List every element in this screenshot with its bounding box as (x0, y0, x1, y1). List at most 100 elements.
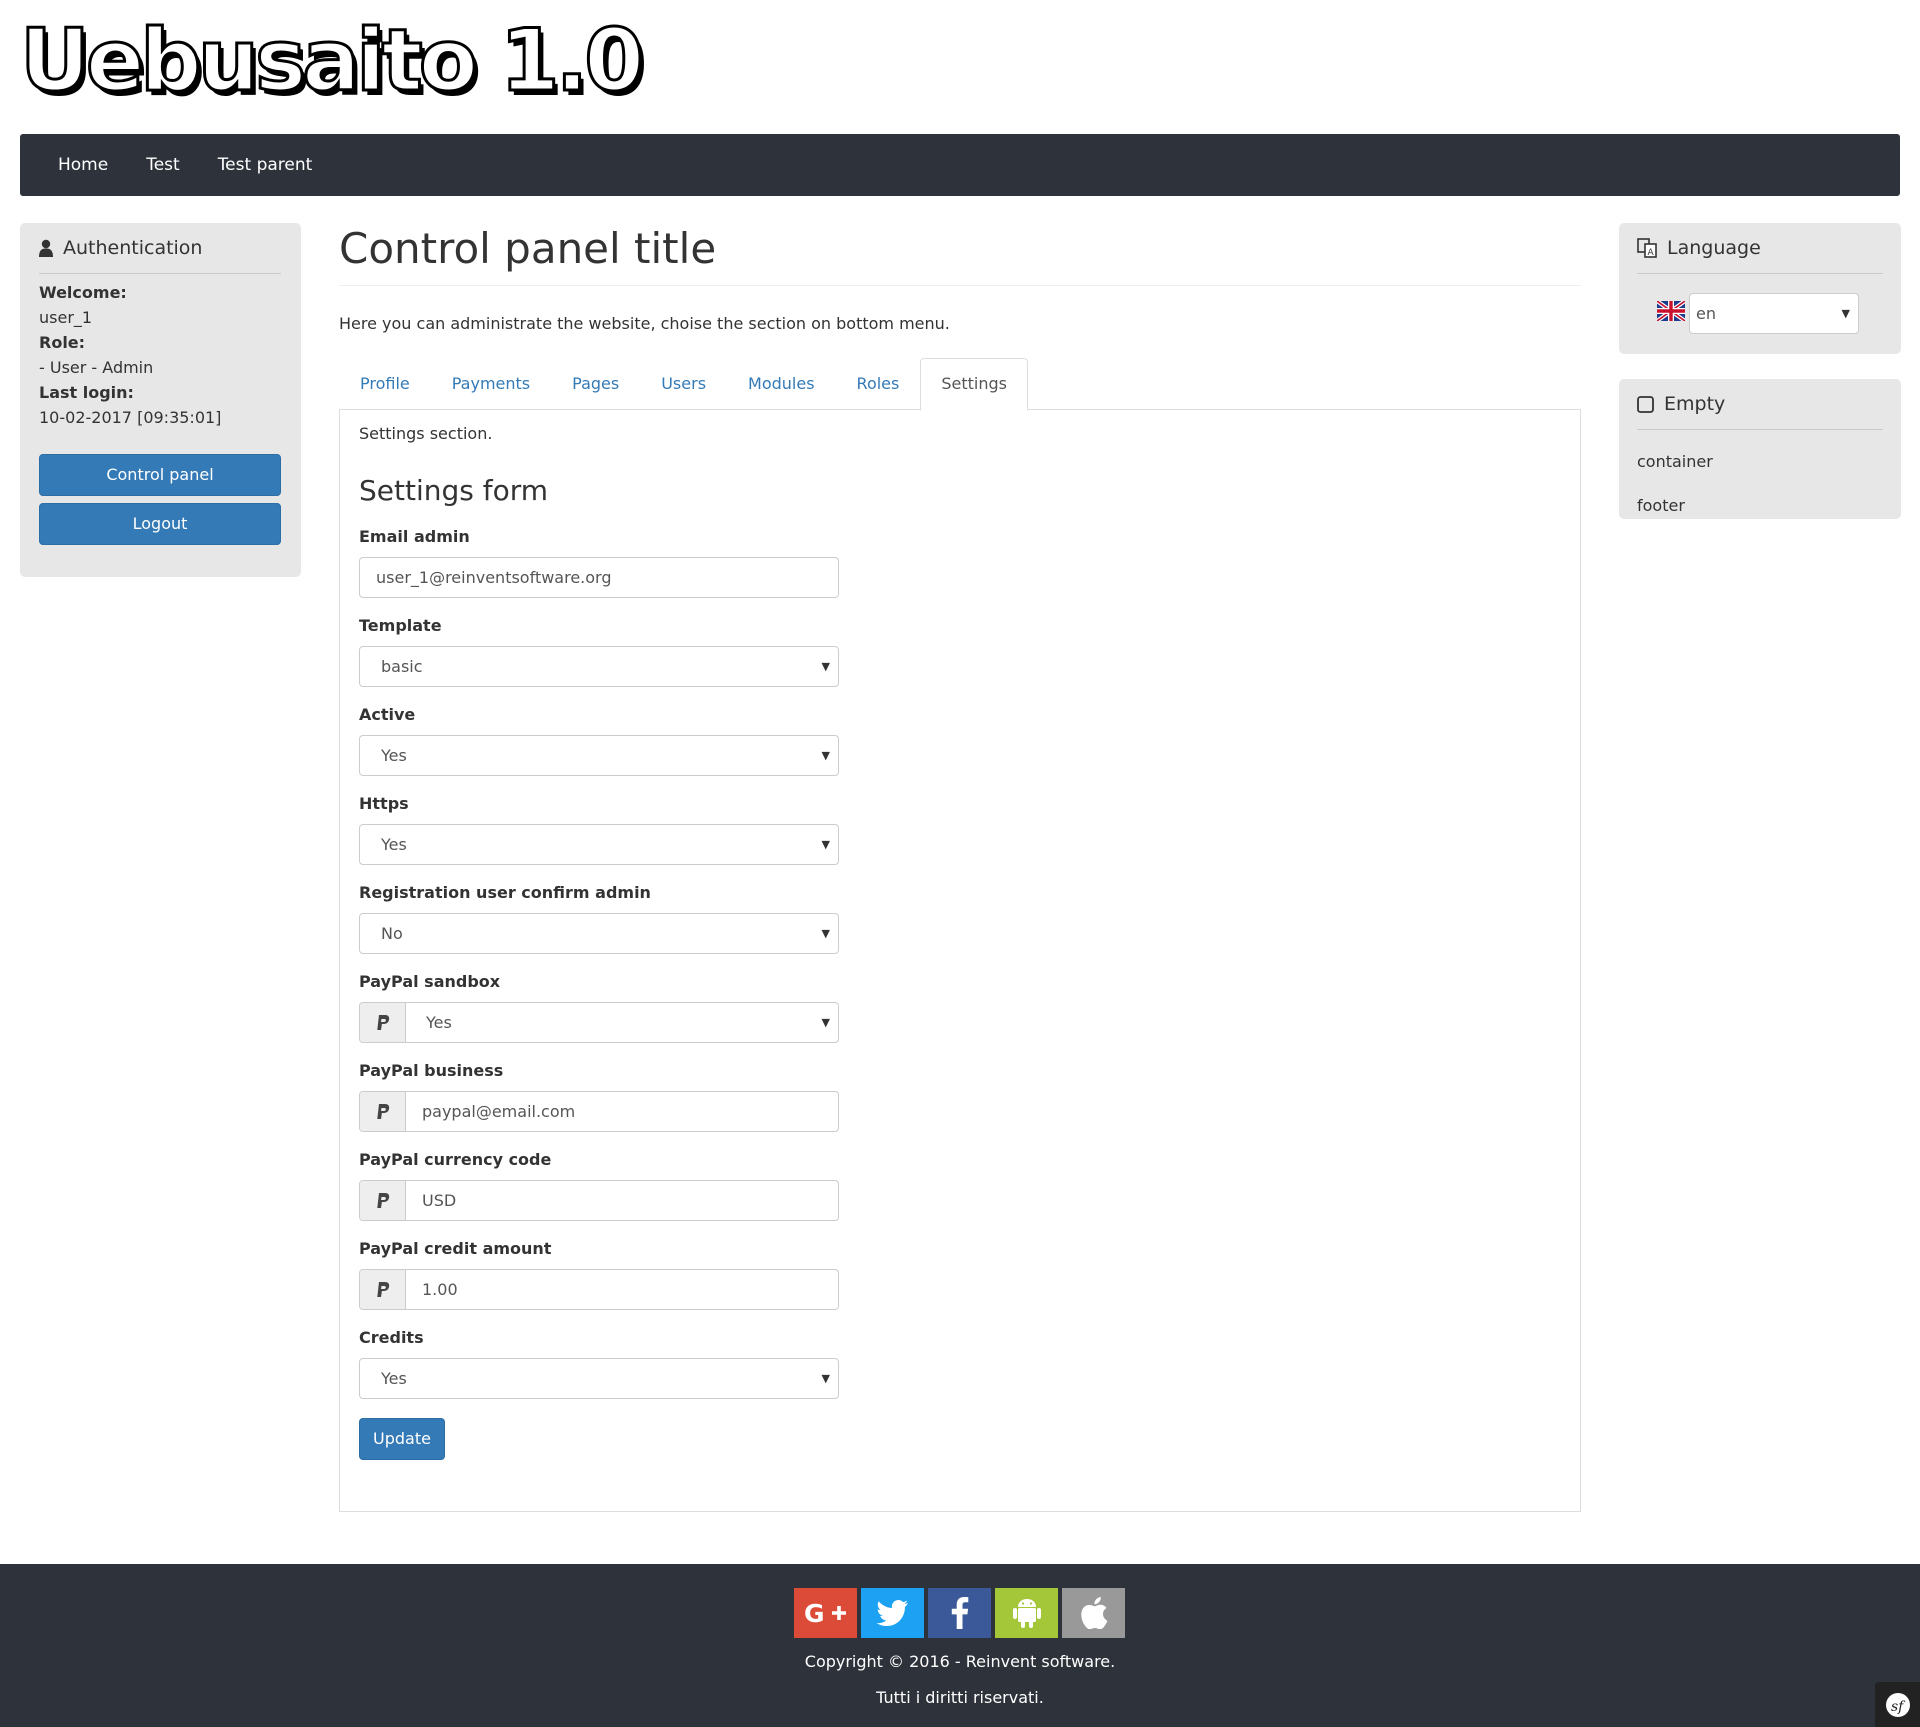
chevron-down-icon: ▼ (821, 1372, 830, 1385)
checkbox-icon (1637, 395, 1654, 413)
paypal-business-group: PayPal business paypal@email.com (359, 1061, 839, 1132)
template-label: Template (359, 616, 442, 635)
paypal-icon (360, 1270, 406, 1309)
empty-title: Empty (1664, 393, 1726, 415)
email-admin-label: Email admin (359, 527, 470, 546)
update-button[interactable]: Update (359, 1418, 445, 1460)
svg-text:A: A (1648, 248, 1655, 258)
https-label: Https (359, 794, 409, 813)
active-select[interactable]: Yes ▼ (359, 735, 839, 776)
paypal-credit-value: 1.00 (422, 1280, 458, 1299)
credits-group: Credits Yes ▼ (359, 1328, 839, 1399)
paypal-credit-label: PayPal credit amount (359, 1239, 552, 1258)
paypal-icon (360, 1003, 406, 1042)
main-content: Control panel title Here you can adminis… (339, 223, 1581, 1512)
paypal-icon (360, 1181, 406, 1220)
paypal-business-value: paypal@email.com (422, 1102, 576, 1121)
chevron-down-icon: ▼ (821, 660, 830, 673)
symfony-toolbar-icon[interactable]: sf (1875, 1682, 1920, 1727)
credits-select[interactable]: Yes ▼ (359, 1358, 839, 1399)
settings-form-title: Settings form (359, 474, 549, 507)
nav-test[interactable]: Test (146, 155, 179, 175)
language-title: Language (1667, 237, 1761, 259)
logout-button[interactable]: Logout (39, 503, 281, 545)
active-group: Active Yes ▼ (359, 705, 839, 776)
tab-modules[interactable]: Modules (727, 358, 836, 410)
tab-users[interactable]: Users (640, 358, 727, 410)
footer-copyright: Copyright © 2016 - Reinvent software. (804, 1652, 1116, 1671)
language-value: en (1696, 304, 1716, 323)
paypal-credit-group: PayPal credit amount 1.00 (359, 1239, 839, 1310)
authentication-heading: Authentication (39, 237, 281, 274)
tab-profile[interactable]: Profile (339, 358, 431, 410)
intro-text: Here you can administrate the website, c… (339, 314, 950, 333)
https-select[interactable]: Yes ▼ (359, 824, 839, 865)
paypal-business-input[interactable]: paypal@email.com (359, 1091, 839, 1132)
paypal-icon (360, 1092, 406, 1131)
paypal-currency-value: USD (422, 1191, 457, 1210)
active-value: Yes (381, 746, 407, 765)
welcome-value: user_1 (39, 308, 93, 327)
user-icon (39, 239, 53, 257)
site-logo[interactable]: Uebusaito 1.0 (18, 17, 645, 106)
paypal-sandbox-value: Yes (426, 1013, 452, 1032)
paypal-business-label: PayPal business (359, 1061, 504, 1080)
svg-text:G: G (804, 1599, 825, 1628)
registration-group: Registration user confirm admin No ▼ (359, 883, 839, 954)
tab-pages[interactable]: Pages (551, 358, 640, 410)
footer-rights: Tutti i diritti riservati. (876, 1688, 1044, 1707)
email-admin-input[interactable]: user_1@reinventsoftware.org (359, 557, 839, 598)
chevron-down-icon: ▼ (821, 927, 830, 940)
page-footer: G Copyright © 2016 - Reinvent software. … (0, 1564, 1920, 1727)
paypal-sandbox-select[interactable]: Yes ▼ (359, 1002, 839, 1043)
empty-panel: Empty container footer (1619, 379, 1901, 519)
twitter-icon[interactable] (861, 1588, 924, 1638)
android-icon[interactable] (995, 1588, 1058, 1638)
email-admin-value: user_1@reinventsoftware.org (376, 568, 612, 587)
uk-flag-icon (1655, 299, 1687, 326)
language-panel: A Language en ▼ (1619, 223, 1901, 354)
last-login-value: 10-02-2017 [09:35:01] (39, 408, 222, 427)
https-group: Https Yes ▼ (359, 794, 839, 865)
authentication-title: Authentication (63, 237, 203, 259)
paypal-credit-input[interactable]: 1.00 (359, 1269, 839, 1310)
empty-item-container: container (1637, 452, 1713, 471)
authentication-panel: Authentication Welcome: user_1 Role: - U… (20, 223, 301, 577)
language-heading: A Language (1637, 237, 1883, 274)
registration-value: No (381, 924, 403, 943)
credits-value: Yes (381, 1369, 407, 1388)
google-plus-icon[interactable]: G (794, 1588, 857, 1638)
social-links: G (794, 1588, 1129, 1638)
language-select[interactable]: en ▼ (1689, 293, 1859, 334)
credits-label: Credits (359, 1328, 424, 1347)
chevron-down-icon: ▼ (1841, 307, 1850, 320)
template-group: Template basic ▼ (359, 616, 839, 687)
control-panel-button[interactable]: Control panel (39, 454, 281, 496)
main-navbar: Home Test Test parent (20, 134, 1900, 196)
registration-select[interactable]: No ▼ (359, 913, 839, 954)
empty-heading: Empty (1637, 393, 1883, 430)
template-select[interactable]: basic ▼ (359, 646, 839, 687)
apple-icon[interactable] (1062, 1588, 1125, 1638)
active-label: Active (359, 705, 416, 724)
last-login-label: Last login: (39, 383, 134, 402)
tab-roles[interactable]: Roles (836, 358, 921, 410)
settings-tab-content: Settings section. Settings form Email ad… (339, 410, 1581, 1512)
translate-icon: A (1637, 238, 1657, 258)
nav-test-parent[interactable]: Test parent (218, 155, 313, 175)
chevron-down-icon: ▼ (821, 838, 830, 851)
role-value: - User - Admin (39, 358, 154, 377)
paypal-currency-label: PayPal currency code (359, 1150, 552, 1169)
language-row: en ▼ (1637, 293, 1883, 334)
role-label: Role: (39, 333, 86, 352)
section-description: Settings section. (359, 424, 493, 443)
chevron-down-icon: ▼ (821, 1016, 830, 1029)
tab-payments[interactable]: Payments (431, 358, 551, 410)
tab-settings[interactable]: Settings (920, 358, 1028, 411)
nav-home[interactable]: Home (58, 155, 108, 175)
paypal-currency-input[interactable]: USD (359, 1180, 839, 1221)
paypal-sandbox-label: PayPal sandbox (359, 972, 501, 991)
registration-label: Registration user confirm admin (359, 883, 651, 902)
template-value: basic (381, 657, 423, 676)
facebook-icon[interactable] (928, 1588, 991, 1638)
